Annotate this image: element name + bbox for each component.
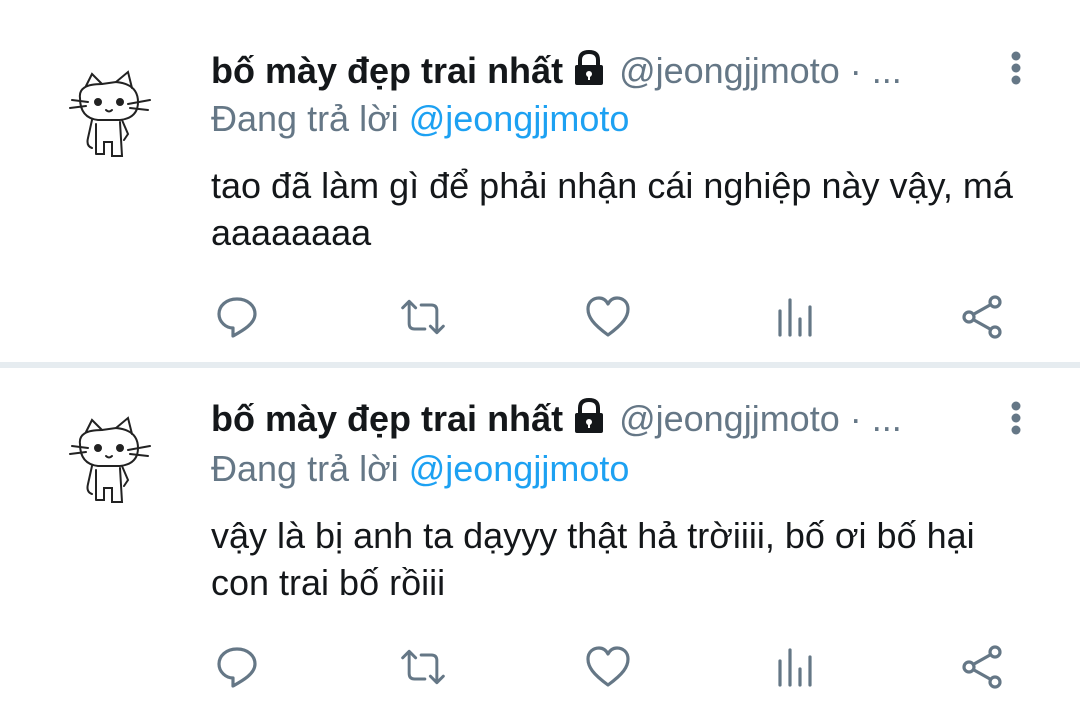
tweet-header: bố mày đẹp trai nhất @jeongjjmoto · ... <box>211 48 1001 92</box>
tweet[interactable]: bố mày đẹp trai nhất @jeongjjmoto · ... Đ… <box>0 0 1080 362</box>
tweet[interactable]: bố mày đẹp trai nhất @jeongjjmoto · ... Đ… <box>0 368 1080 716</box>
lock-icon <box>569 48 609 93</box>
more-vertical-icon[interactable] <box>1004 398 1028 438</box>
lock-icon <box>569 396 609 441</box>
display-name[interactable]: bố mày đẹp trai nhất <box>211 50 563 92</box>
reply-icon[interactable] <box>213 643 261 691</box>
heart-icon[interactable] <box>584 293 632 341</box>
handle-and-time: @jeongjjmoto · ... <box>619 49 902 91</box>
avatar[interactable] <box>58 414 158 514</box>
heart-icon[interactable] <box>584 643 632 691</box>
retweet-icon[interactable] <box>399 293 447 341</box>
replying-to: Đang trả lời @jeongjjmoto <box>211 448 629 490</box>
analytics-icon[interactable] <box>771 643 819 691</box>
retweet-icon[interactable] <box>399 643 447 691</box>
tweet-header: bố mày đẹp trai nhất @jeongjjmoto · ... <box>211 396 1001 440</box>
share-icon[interactable] <box>958 643 1006 691</box>
tweet-text: tao đã làm gì để phải nhận cái nghiệp nà… <box>211 165 1013 253</box>
mention-link[interactable]: @jeongjjmoto <box>409 448 630 489</box>
replying-to: Đang trả lời @jeongjjmoto <box>211 98 629 140</box>
action-bar <box>0 643 1080 693</box>
mention-link[interactable]: @jeongjjmoto <box>409 98 630 139</box>
share-icon[interactable] <box>958 293 1006 341</box>
display-name[interactable]: bố mày đẹp trai nhất <box>211 398 563 440</box>
replying-prefix: Đang trả lời <box>211 448 399 489</box>
analytics-icon[interactable] <box>771 293 819 341</box>
avatar[interactable] <box>58 68 158 168</box>
reply-icon[interactable] <box>213 293 261 341</box>
tweet-text: vậy là bị anh ta dạyyy thật hả trờiiii, … <box>211 515 975 603</box>
action-bar <box>0 293 1080 343</box>
handle-and-time: @jeongjjmoto · ... <box>619 397 902 439</box>
more-vertical-icon[interactable] <box>1004 48 1028 88</box>
replying-prefix: Đang trả lời <box>211 98 399 139</box>
